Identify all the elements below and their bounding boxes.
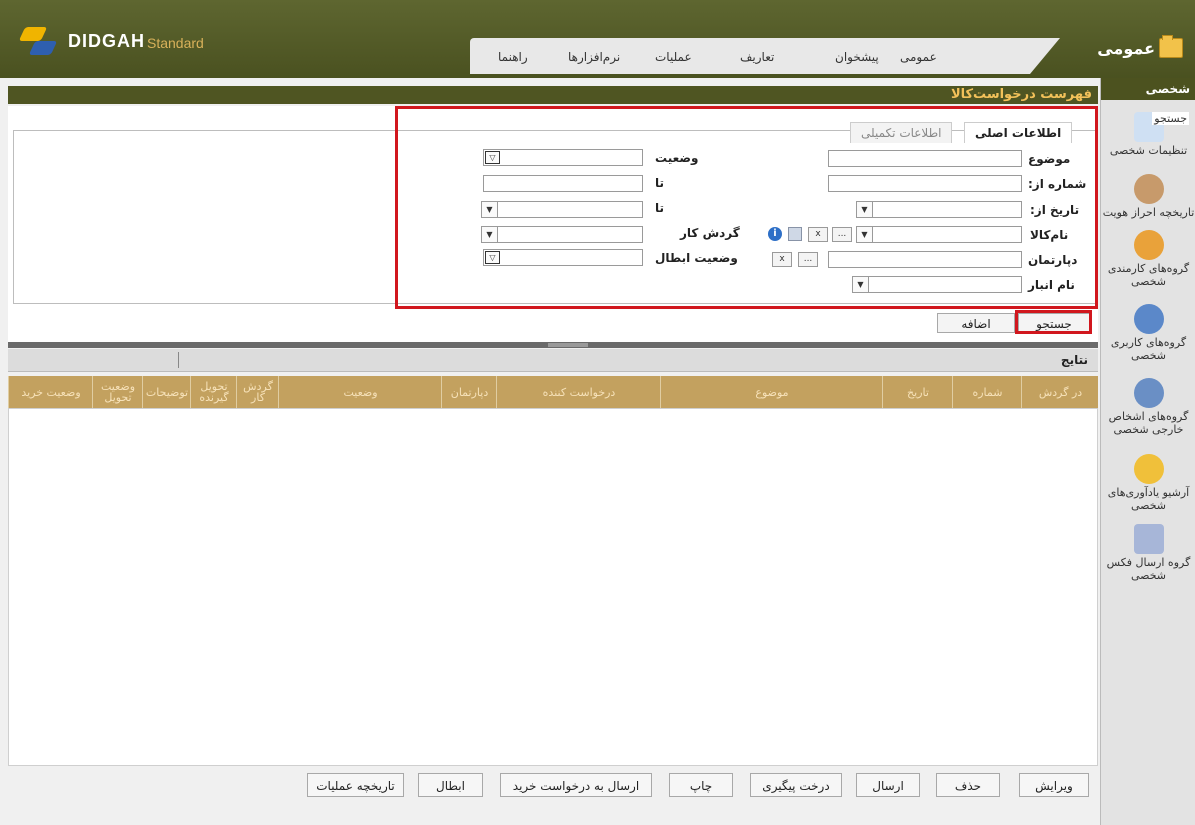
search-legend: جستجو bbox=[1152, 112, 1189, 125]
sidebar-item-user-groups[interactable]: گروه‌های کاربری شخصی bbox=[1101, 304, 1195, 362]
operation-history-button[interactable]: تاریخچه عملیات bbox=[307, 773, 404, 797]
sidebar-item-auth-history[interactable]: تاریخچه احراز هویت bbox=[1101, 174, 1195, 219]
sidebar-item-external-groups[interactable]: گروه‌های اشخاص خارجی شخصی bbox=[1101, 378, 1195, 436]
print-button[interactable]: چاپ bbox=[669, 773, 733, 797]
col-subject[interactable]: موضوع bbox=[660, 376, 883, 408]
menu-operations[interactable]: عملیات bbox=[655, 50, 692, 64]
results-grid-header: در گردش شماره تاریخ موضوع درخواست کننده … bbox=[8, 376, 1098, 408]
results-header: نتایج bbox=[8, 349, 1098, 372]
panel-splitter[interactable] bbox=[8, 342, 1098, 348]
page-title-bar: فهرست درخواست‌کالا bbox=[8, 86, 1098, 104]
highlight-frame bbox=[395, 106, 1098, 309]
col-description[interactable]: توضیحات bbox=[142, 376, 191, 408]
menu-software[interactable]: نرم‌افزارها bbox=[568, 50, 620, 64]
logo-text: DIDGAH bbox=[68, 30, 145, 51]
external-group-icon bbox=[1133, 378, 1164, 408]
add-button[interactable]: اضافه bbox=[937, 313, 1015, 333]
menu-dashboard[interactable]: پیشخوان bbox=[835, 50, 879, 64]
folder-icon bbox=[1159, 35, 1183, 58]
app-logo: DIDGAH Standard bbox=[18, 22, 204, 60]
page-title: فهرست درخواست‌کالا bbox=[950, 87, 1092, 102]
user-group-icon bbox=[1133, 304, 1164, 334]
status-bar bbox=[8, 806, 1098, 825]
menu-definitions[interactable]: تعاریف bbox=[740, 50, 774, 64]
user-history-icon bbox=[1133, 174, 1164, 204]
col-receiver[interactable]: تحویل گیرنده bbox=[190, 376, 237, 408]
fax-group-icon bbox=[1133, 524, 1164, 554]
personal-sidebar: شخصی تنظیمات شخصی تاریخچه احراز هویت گرو… bbox=[1100, 78, 1195, 825]
cancel-button[interactable]: ابطال bbox=[418, 773, 483, 797]
logo-subtitle: Standard bbox=[147, 35, 204, 51]
tracking-tree-button[interactable]: درخت پیگیری bbox=[750, 773, 842, 797]
search-button-highlight bbox=[1015, 310, 1092, 334]
menu-general[interactable]: عمومی bbox=[900, 50, 937, 64]
sidebar-item-fax-group[interactable]: گروه ارسال فکس شخصی bbox=[1101, 524, 1195, 582]
section-brand[interactable]: عمومی bbox=[1097, 35, 1183, 58]
col-date[interactable]: تاریخ bbox=[882, 376, 953, 408]
main-menu: عمومی پیشخوان تعاریف عملیات نرم‌افزارها … bbox=[470, 38, 1060, 74]
col-in-circulation[interactable]: در گردش bbox=[1021, 376, 1099, 408]
results-grid-body[interactable] bbox=[8, 408, 1098, 766]
sidebar-item-employee-groups[interactable]: گروه‌های کارمندی شخصی bbox=[1101, 230, 1195, 288]
col-department[interactable]: دپارتمان bbox=[441, 376, 497, 408]
menu-help[interactable]: راهنما bbox=[498, 50, 528, 64]
col-workflow[interactable]: گردش کار bbox=[236, 376, 279, 408]
col-requester[interactable]: درخواست کننده bbox=[496, 376, 661, 408]
col-purchase-status[interactable]: وضعیت خرید bbox=[8, 376, 93, 408]
top-header: DIDGAH Standard عمومی پیشخوان تعاریف عمل… bbox=[0, 0, 1195, 78]
section-title: عمومی bbox=[1097, 38, 1155, 58]
results-title: نتایج bbox=[1060, 353, 1088, 367]
col-status[interactable]: وضعیت bbox=[278, 376, 442, 408]
sidebar-title: شخصی bbox=[1101, 78, 1195, 100]
col-delivery-status[interactable]: وضعیت تحویل bbox=[92, 376, 143, 408]
send-button[interactable]: ارسال bbox=[856, 773, 920, 797]
didgah-logo-icon bbox=[18, 23, 60, 59]
sidebar-item-reminder-archive[interactable]: آرشیو یادآوری‌های شخصی bbox=[1101, 454, 1195, 512]
send-to-purchase-button[interactable]: ارسال به درخواست خرید bbox=[500, 773, 652, 797]
edit-button[interactable]: ویرایش bbox=[1019, 773, 1089, 797]
col-number[interactable]: شماره bbox=[952, 376, 1022, 408]
bell-icon bbox=[1133, 454, 1164, 484]
employee-group-icon bbox=[1133, 230, 1164, 260]
delete-button[interactable]: حذف bbox=[936, 773, 1000, 797]
